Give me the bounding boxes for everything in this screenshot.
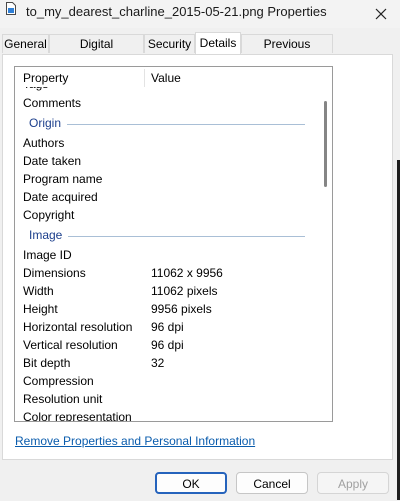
property-value: 11062 pixels xyxy=(151,284,218,298)
details-row[interactable]: Vertical resolution 96 dpi xyxy=(15,336,319,354)
property-name: Copyright xyxy=(23,208,75,222)
group-header-line xyxy=(67,124,305,125)
property-name: Resolution unit xyxy=(23,392,103,406)
property-name: Height xyxy=(23,302,58,316)
details-rows: TagsCommentsOriginAuthorsDate takenProgr… xyxy=(15,77,319,422)
property-value: 11062 x 9956 xyxy=(151,266,223,280)
property-value: 9956 pixels xyxy=(151,302,212,316)
group-header-line xyxy=(68,236,305,237)
column-divider[interactable] xyxy=(144,69,145,87)
tab-details[interactable]: Details xyxy=(195,32,241,54)
close-button[interactable] xyxy=(362,0,400,28)
property-name: Vertical resolution xyxy=(23,338,118,352)
column-header-property[interactable]: Property xyxy=(23,71,68,85)
tab-general[interactable]: General xyxy=(2,34,49,53)
details-row[interactable]: Height 9956 pixels xyxy=(15,300,319,318)
property-name: Authors xyxy=(23,136,65,150)
details-row[interactable]: Date acquired xyxy=(15,188,319,206)
property-name: Bit depth xyxy=(23,356,71,370)
property-name: Color representation xyxy=(23,410,132,422)
ok-button[interactable]: OK xyxy=(155,472,227,494)
close-icon xyxy=(375,8,387,20)
column-header-value[interactable]: Value xyxy=(151,71,181,85)
group-header-label: Image xyxy=(29,228,63,242)
property-name: Comments xyxy=(23,96,82,110)
property-name: Dimensions xyxy=(23,266,86,280)
details-row[interactable]: Dimensions 11062 x 9956 xyxy=(15,264,319,282)
tab-security[interactable]: Security xyxy=(144,34,195,53)
details-row[interactable]: Program name xyxy=(15,170,319,188)
details-row[interactable]: Resolution unit xyxy=(15,390,319,408)
list-header: Property Value xyxy=(15,67,315,87)
details-row[interactable]: Date taken xyxy=(15,152,319,170)
details-list[interactable]: TagsCommentsOriginAuthorsDate takenProgr… xyxy=(14,66,333,422)
details-row[interactable]: Width 11062 pixels xyxy=(15,282,319,300)
remove-properties-link[interactable]: Remove Properties and Personal Informati… xyxy=(15,434,255,448)
details-row[interactable]: Color representation xyxy=(15,408,319,422)
details-row[interactable]: Comments xyxy=(15,94,319,112)
details-row[interactable]: Horizontal resolution 96 dpi xyxy=(15,318,319,336)
group-header-origin: Origin xyxy=(15,112,319,134)
details-row[interactable]: Image ID xyxy=(15,246,319,264)
window-title: to_my_dearest_charline_2015-05-21.png Pr… xyxy=(26,4,327,19)
details-row[interactable]: Compression xyxy=(15,372,319,390)
details-row[interactable]: Authors xyxy=(15,134,319,152)
details-row[interactable]: Copyright xyxy=(15,206,319,224)
tab-digital-signatures[interactable]: Digital Signatures xyxy=(49,34,144,70)
property-name: Width xyxy=(23,284,54,298)
group-header-image: Image xyxy=(15,224,319,246)
property-name: Compression xyxy=(23,374,94,388)
png-file-icon xyxy=(6,2,16,15)
tab-previous-versions[interactable]: Previous Versions xyxy=(241,34,333,70)
property-value: 32 xyxy=(151,356,165,370)
vertical-scrollbar[interactable] xyxy=(320,69,332,419)
title-bar: to_my_dearest_charline_2015-05-21.png Pr… xyxy=(0,0,400,28)
apply-button[interactable]: Apply xyxy=(317,472,389,494)
property-name: Date acquired xyxy=(23,190,98,204)
property-name: Image ID xyxy=(23,248,72,262)
group-header-label: Origin xyxy=(29,116,62,130)
property-value: 96 dpi xyxy=(151,338,184,352)
property-value: 96 dpi xyxy=(151,320,184,334)
details-row[interactable]: Bit depth 32 xyxy=(15,354,319,372)
property-name: Date taken xyxy=(23,154,82,168)
scrollbar-thumb[interactable] xyxy=(324,101,327,187)
property-name: Program name xyxy=(23,172,103,186)
property-name: Horizontal resolution xyxy=(23,320,133,334)
cancel-button[interactable]: Cancel xyxy=(236,472,308,494)
